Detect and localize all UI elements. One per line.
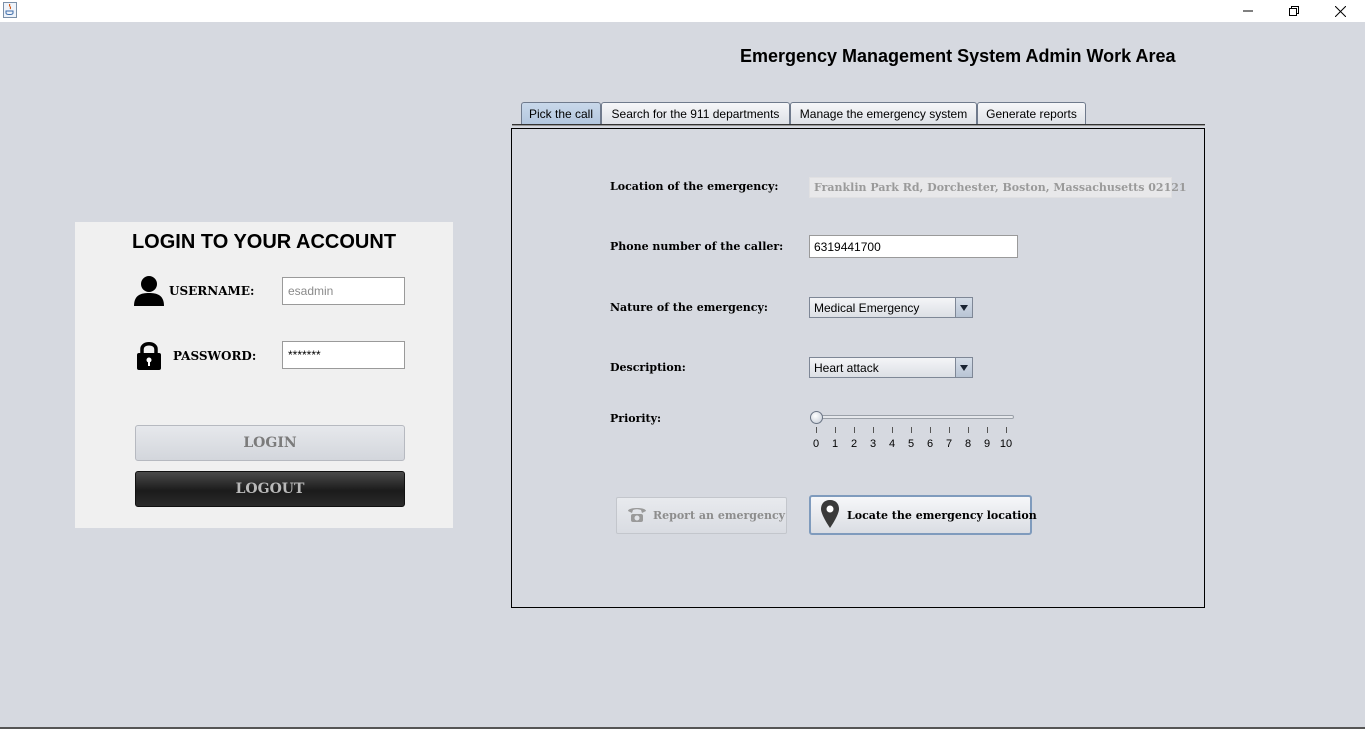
map-pin-icon [821,499,839,531]
nature-select-value: Medical Emergency [814,300,920,315]
nature-label: Nature of the emergency: [610,301,768,314]
lock-icon [136,341,162,374]
username-field[interactable]: esadmin [282,277,405,305]
priority-tick [892,427,893,433]
tab-manage-emergency-system[interactable]: Manage the emergency system [790,102,977,125]
password-field[interactable]: ******* [282,341,405,369]
priority-tick [816,427,817,433]
priority-label: Priority: [610,412,662,425]
priority-tick-label: 2 [850,438,858,450]
chevron-down-icon[interactable] [955,358,972,377]
location-field: Franklin Park Rd, Dorchester, Boston, Ma… [809,177,1187,198]
report-emergency-label: Report an emergency [653,509,786,522]
tab-search-911-departments[interactable]: Search for the 911 departments [601,102,790,125]
close-icon[interactable] [1317,0,1363,22]
tab-pick-the-call[interactable]: Pick the call [521,102,601,125]
priority-tick [949,427,950,433]
logout-button[interactable]: LOGOUT [135,471,405,507]
priority-tick [873,427,874,433]
priority-tick-label: 3 [869,438,877,450]
priority-tick-label: 8 [964,438,972,450]
tab-strip-border [512,124,1205,126]
minimize-icon[interactable] [1225,0,1271,22]
tab-generate-reports[interactable]: Generate reports [977,102,1086,125]
priority-tick-label: 6 [926,438,934,450]
priority-tick [1006,427,1007,433]
priority-tick [854,427,855,433]
phone-label: Phone number of the caller: [610,240,784,253]
phone-icon [627,505,647,526]
report-emergency-button[interactable]: Report an emergency [616,497,787,534]
locate-emergency-label: Locate the emergency location [847,508,1037,522]
description-label: Description: [610,361,686,374]
priority-tick [968,427,969,433]
priority-tick-label: 10 [999,438,1013,450]
priority-tick-label: 4 [888,438,896,450]
priority-tick-label: 9 [983,438,991,450]
locate-emergency-button[interactable]: Locate the emergency location [809,495,1037,535]
login-button[interactable]: LOGIN [135,425,405,461]
nature-select[interactable]: Medical Emergency [809,297,973,318]
location-label: Location of the emergency: [610,180,779,193]
login-panel: LOGIN TO YOUR ACCOUNT USERNAME: esadmin … [75,222,453,528]
priority-tick-label: 5 [907,438,915,450]
priority-tick-label: 7 [945,438,953,450]
chevron-down-icon[interactable] [955,298,972,317]
username-label: USERNAME: [169,284,255,298]
priority-tick [911,427,912,433]
priority-tick [987,427,988,433]
java-cup-icon [3,2,17,18]
login-title: LOGIN TO YOUR ACCOUNT [131,231,397,253]
user-icon [132,275,166,310]
priority-tick-label: 1 [831,438,839,450]
priority-tick-label: 0 [812,438,820,450]
window-title-bar [0,0,1365,22]
priority-slider-thumb[interactable] [810,411,823,424]
phone-field[interactable]: 6319441700 [809,235,1018,258]
restore-icon[interactable] [1271,0,1317,22]
priority-tick [835,427,836,433]
priority-tick [930,427,931,433]
description-select-value: Heart attack [814,360,879,375]
description-select[interactable]: Heart attack [809,357,973,378]
password-label: PASSWORD: [173,349,257,363]
priority-slider-track[interactable] [815,415,1014,419]
page-title: Emergency Management System Admin Work A… [740,46,1176,66]
